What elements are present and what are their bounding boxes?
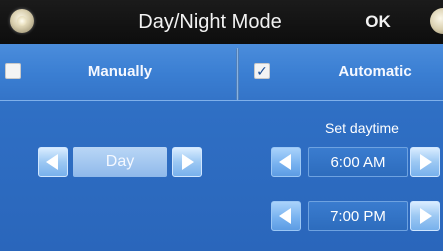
daytime-start-value[interactable]: 6:00 AM bbox=[308, 147, 408, 177]
manual-checkbox[interactable] bbox=[5, 63, 21, 79]
automatic-checkbox[interactable]: ✓ bbox=[254, 63, 270, 79]
mode-selection-row: Manually ✓ Automatic bbox=[0, 44, 443, 101]
arrow-right-icon bbox=[182, 154, 194, 170]
manual-mode-option[interactable]: Manually bbox=[0, 44, 236, 100]
ok-button[interactable]: OK bbox=[352, 6, 404, 38]
day-night-mode-screen: Day/Night Mode OK Manually ✓ Automatic D… bbox=[0, 0, 443, 251]
arrow-left-icon bbox=[46, 154, 58, 170]
start-time-prev-button[interactable] bbox=[271, 147, 301, 177]
automatic-mode-option[interactable]: ✓ Automatic bbox=[240, 44, 443, 100]
settings-circle-icon[interactable] bbox=[430, 8, 443, 34]
mode-divider bbox=[236, 48, 239, 100]
arrow-right-icon bbox=[420, 154, 432, 170]
title-bar: Day/Night Mode OK bbox=[0, 0, 443, 45]
automatic-mode-label: Automatic bbox=[338, 63, 412, 80]
arrow-right-icon bbox=[420, 208, 432, 224]
home-circle-icon[interactable] bbox=[10, 9, 34, 33]
arrow-left-icon bbox=[279, 208, 291, 224]
start-time-next-button[interactable] bbox=[410, 147, 440, 177]
arrow-left-icon bbox=[279, 154, 291, 170]
day-night-value[interactable]: Day bbox=[73, 147, 167, 177]
page-title: Day/Night Mode bbox=[138, 11, 282, 33]
day-next-button[interactable] bbox=[172, 147, 202, 177]
manual-mode-label: Manually bbox=[87, 63, 153, 80]
daytime-end-value[interactable]: 7:00 PM bbox=[308, 201, 408, 231]
day-prev-button[interactable] bbox=[38, 147, 68, 177]
end-time-next-button[interactable] bbox=[410, 201, 440, 231]
end-time-prev-button[interactable] bbox=[271, 201, 301, 231]
set-daytime-label: Set daytime bbox=[325, 120, 399, 136]
